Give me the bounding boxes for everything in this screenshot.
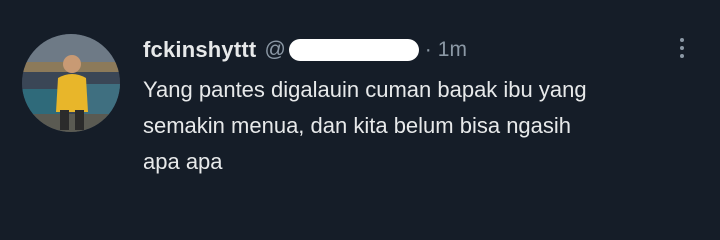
avatar[interactable]: [22, 34, 120, 132]
tweet-card[interactable]: fckinshyttt @ · 1m Yang pantes digalauin…: [0, 0, 720, 240]
more-vertical-icon[interactable]: [675, 34, 689, 62]
display-name[interactable]: fckinshyttt: [143, 37, 256, 63]
tweet-text-line: semakin menua, dan kita belum bisa ngasi…: [143, 113, 572, 138]
tweet-text: Yang pantes digalauin cuman bapak ibu ya…: [143, 72, 703, 180]
handle-prefix: @: [264, 38, 286, 61]
separator-dot: ·: [424, 38, 432, 61]
avatar-photo: [22, 34, 120, 132]
handle[interactable]: @: [264, 38, 419, 62]
tweet-header: fckinshyttt @ · 1m: [143, 36, 467, 64]
timestamp[interactable]: 1m: [438, 38, 467, 62]
tweet-text-line: apa apa: [143, 149, 223, 174]
tweet-text-line: Yang pantes digalauin cuman bapak ibu ya…: [143, 77, 587, 102]
handle-redaction: [288, 39, 419, 61]
